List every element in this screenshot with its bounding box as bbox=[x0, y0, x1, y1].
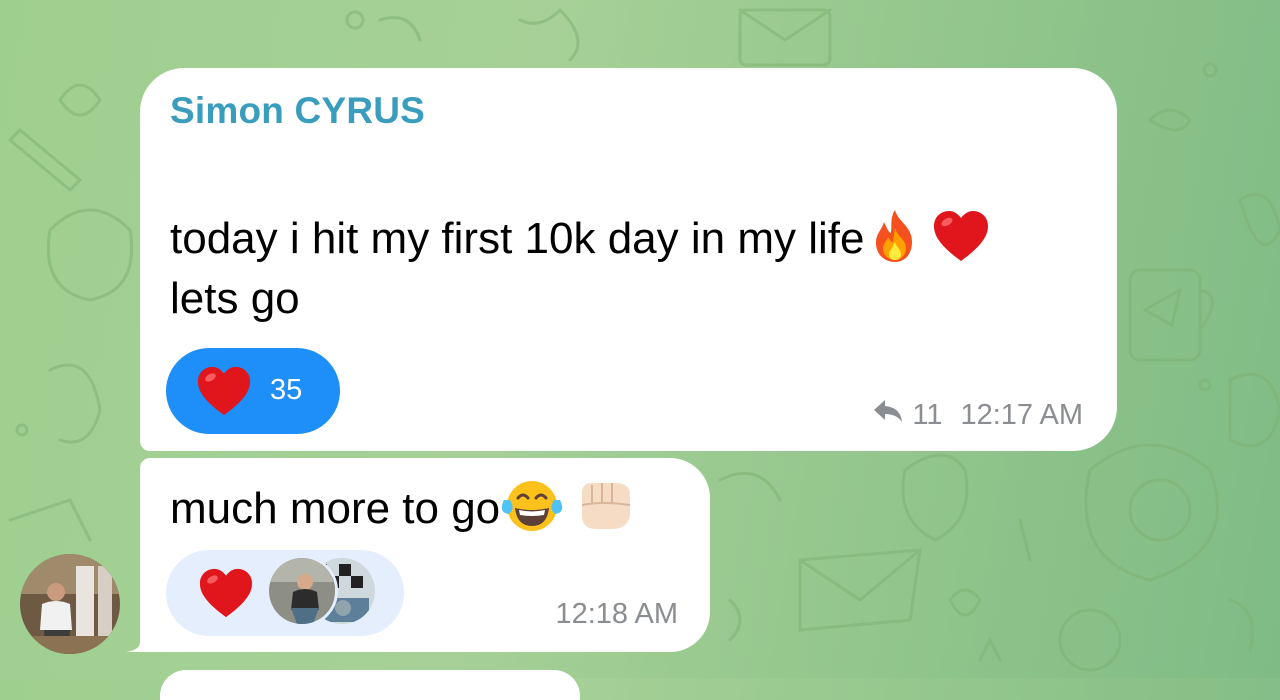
heart-reaction-button[interactable]: 35 bbox=[166, 348, 340, 434]
message-bubble-partial[interactable] bbox=[160, 670, 580, 700]
message-text-line: much more to go bbox=[170, 478, 634, 545]
fist-emoji bbox=[574, 479, 634, 544]
red-heart-emoji bbox=[198, 566, 254, 625]
heart-reaction-button[interactable] bbox=[166, 550, 404, 636]
reaction-count: 35 bbox=[270, 374, 303, 406]
message-text-line-2: lets go bbox=[170, 274, 300, 323]
message-meta: 11 12:17 AM bbox=[872, 398, 1083, 432]
red-heart-emoji bbox=[932, 209, 990, 274]
message-bubble[interactable]: Simon CYRUS today i hit my first 10k day… bbox=[140, 68, 1117, 451]
sender-avatar[interactable] bbox=[20, 554, 120, 654]
message-text-line: today i hit my first 10k day in my life bbox=[170, 208, 990, 275]
tears-of-joy-emoji bbox=[500, 478, 564, 545]
message-time: 12:18 AM bbox=[555, 598, 678, 630]
reply-arrow-icon[interactable] bbox=[872, 398, 904, 432]
sender-name[interactable]: Simon CYRUS bbox=[170, 90, 425, 132]
message-text: today i hit my first 10k day in my life bbox=[170, 214, 865, 264]
message-time: 12:17 AM bbox=[960, 398, 1083, 431]
fire-emoji bbox=[868, 208, 922, 275]
message-bubble[interactable]: much more to go 12:18 AM bbox=[140, 458, 710, 652]
red-heart-emoji bbox=[196, 364, 252, 423]
forward-count: 11 bbox=[912, 398, 943, 431]
message-text: much more to go bbox=[170, 484, 501, 534]
reactor-avatar-1[interactable] bbox=[266, 555, 338, 627]
